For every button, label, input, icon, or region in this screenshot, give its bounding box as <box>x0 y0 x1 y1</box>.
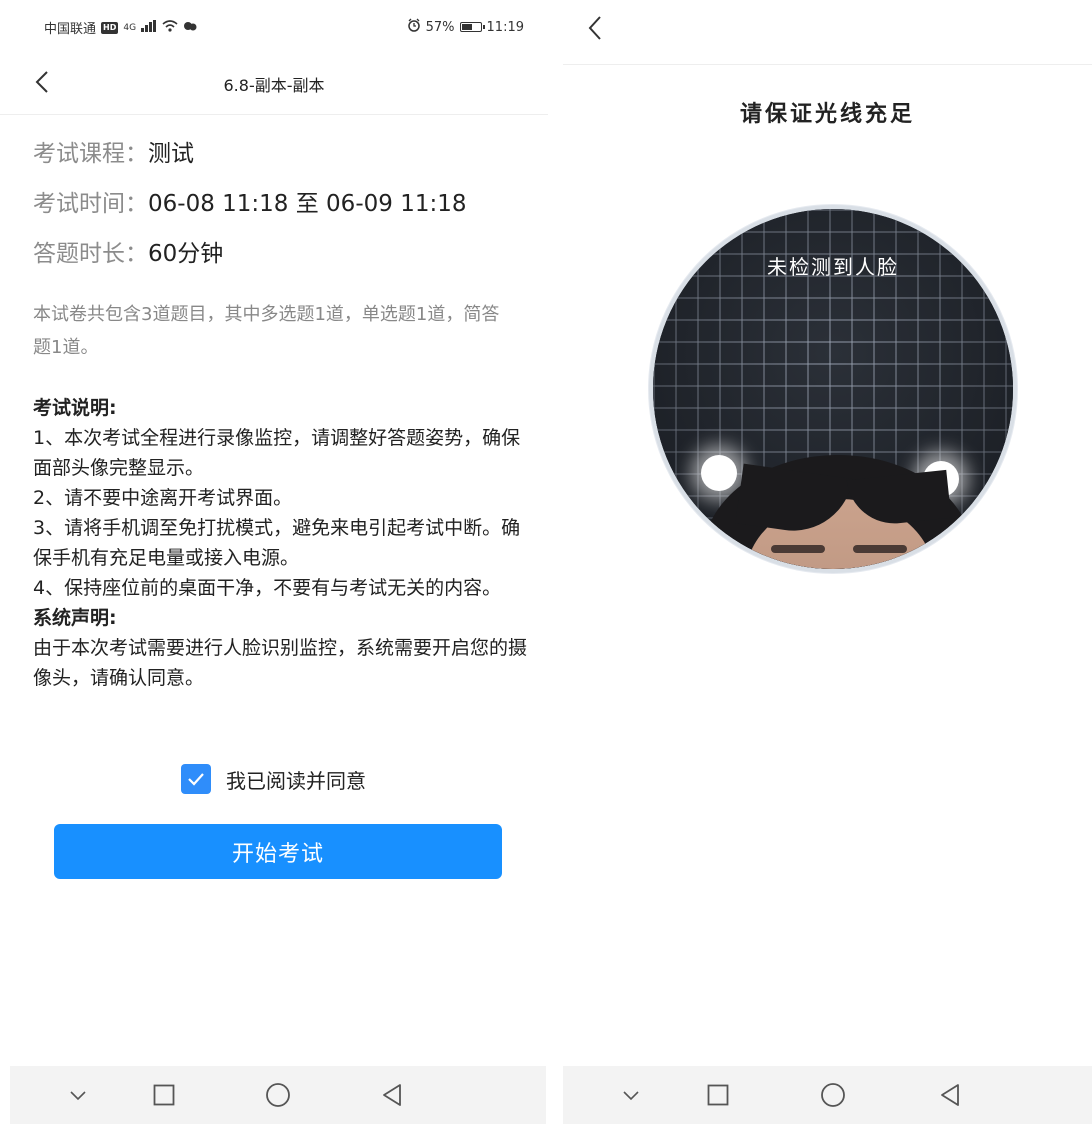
triangle-back-icon[interactable] <box>935 1080 965 1110</box>
square-icon[interactable] <box>703 1080 733 1110</box>
exam-note-item: 3、请将手机调至免打扰模式，避免来电引起考试中断。确保手机有充足电量或接入电源。 <box>33 517 521 569</box>
lighting-prompt: 请保证光线充足 <box>739 102 915 127</box>
circle-icon[interactable] <box>818 1080 848 1110</box>
answer-duration-label: 答题时长： <box>33 241 148 267</box>
exam-note-item: 1、本次考试全程进行录像监控，请调整好答题姿势，确保面部头像完整显示。 <box>33 427 521 479</box>
eyebrow <box>771 545 825 553</box>
chevron-down-icon[interactable] <box>616 1080 646 1110</box>
exam-time-label: 考试时间： <box>33 191 148 217</box>
battery-icon <box>459 22 485 32</box>
exam-note-item: 4、保持座位前的桌面干净，不要有与考试无关的内容。 <box>33 577 502 599</box>
circle-icon[interactable] <box>263 1080 293 1110</box>
navigation-bar: 6.8-副本-副本 <box>0 52 548 115</box>
signal-icon <box>141 19 157 36</box>
status-time: 11:19 <box>486 19 524 35</box>
system-statement-heading: 系统声明: <box>33 607 117 629</box>
carrier-name: 中国联通 <box>44 22 97 37</box>
exam-time-row: 考试时间：06-08 11:18 至 06-09 11:18 <box>33 184 466 218</box>
alarm-icon <box>407 18 421 36</box>
agree-checkbox[interactable] <box>181 764 211 794</box>
triangle-back-icon[interactable] <box>377 1080 407 1110</box>
agree-checkbox-row[interactable]: 我已阅读并同意 <box>181 764 366 794</box>
answer-duration-value: 60分钟 <box>148 241 224 267</box>
start-exam-button[interactable]: 开始考试 <box>54 824 502 879</box>
eyebrow <box>853 545 907 553</box>
camera-preview: 未检测到人脸 <box>649 205 1017 573</box>
agree-label: 我已阅读并同意 <box>226 768 366 793</box>
status-bar: 中国联通 HD 4G 57% 11:19 <box>0 0 548 52</box>
system-statement-text: 由于本次考试需要进行人脸识别监控，系统需要开启您的摄像头，请确认同意。 <box>33 637 528 689</box>
exam-time-value: 06-08 11:18 至 06-09 11:18 <box>148 191 467 217</box>
question-summary: 本试卷共包含3道题目，其中多选题1道，单选题1道，简答题1道。 <box>33 304 500 358</box>
page-title: 6.8-副本-副本 <box>223 76 325 95</box>
exam-course-row: 考试课程：测试 <box>33 134 194 168</box>
face-detection-status: 未检测到人脸 <box>767 255 899 279</box>
hd-badge: HD <box>101 21 119 34</box>
exam-course-label: 考试课程： <box>33 141 148 167</box>
back-icon[interactable] <box>575 8 615 48</box>
system-navigation-bar <box>10 1066 546 1124</box>
battery-percent: 57% <box>425 19 455 35</box>
chevron-down-icon[interactable] <box>63 1080 93 1110</box>
notification-icon <box>183 20 197 36</box>
exam-note-item: 2、请不要中途离开考试界面。 <box>33 487 293 509</box>
checkmark-icon <box>188 773 204 786</box>
network-type: 4G <box>123 22 137 33</box>
ceiling-light <box>701 455 737 491</box>
exam-info-screen: 中国联通 HD 4G 57% 11:19 6.8-副本-副本 考试课程：测试 考… <box>0 0 548 1124</box>
wifi-icon <box>162 19 178 36</box>
exam-instructions: 考试说明: 1、本次考试全程进行录像监控，请调整好答题姿势，确保面部头像完整显示… <box>33 393 533 693</box>
face-detection-screen: 请保证光线充足 未检测到人脸 <box>563 0 1092 1124</box>
exam-course-value: 测试 <box>148 141 194 167</box>
square-icon[interactable] <box>149 1080 179 1110</box>
exam-notes-heading: 考试说明: <box>33 397 117 419</box>
system-navigation-bar <box>563 1066 1092 1124</box>
navigation-bar <box>563 0 1092 65</box>
answer-duration-row: 答题时长：60分钟 <box>33 234 223 268</box>
camera-feed: 未检测到人脸 <box>653 209 1013 569</box>
